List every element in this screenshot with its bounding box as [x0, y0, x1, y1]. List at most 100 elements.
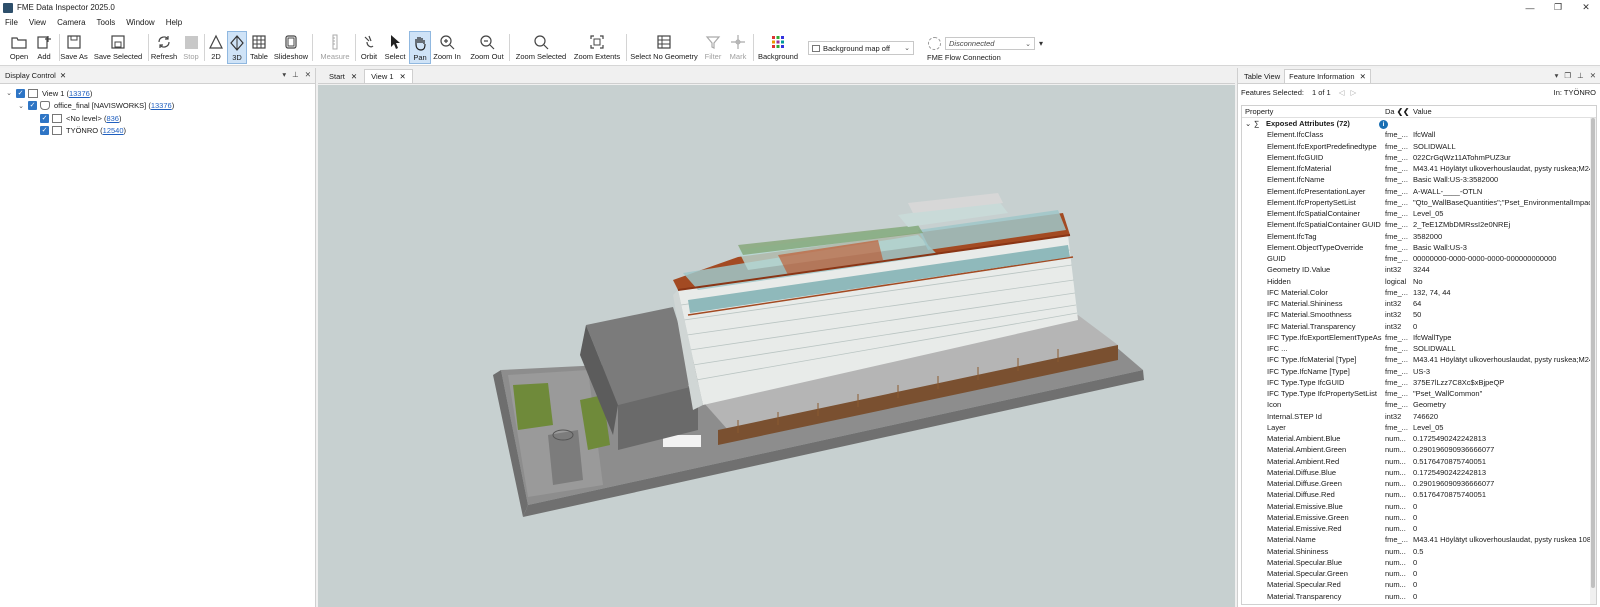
- column-header-value[interactable]: Value: [1412, 107, 1596, 116]
- zoom-extents-button[interactable]: Zoom Extents: [573, 31, 621, 64]
- select-button[interactable]: Select: [384, 31, 406, 64]
- connection-menu-dropdown-icon[interactable]: ▾: [1039, 39, 1043, 48]
- table-row[interactable]: Material.Emissive.Red num... 0: [1242, 523, 1596, 534]
- info-icon[interactable]: i: [1379, 120, 1388, 129]
- slideshow-button[interactable]: Slideshow: [274, 31, 308, 64]
- checkbox-checked[interactable]: ✓: [40, 113, 49, 123]
- measure-button[interactable]: Measure: [318, 31, 352, 64]
- checkbox-checked[interactable]: ✓: [40, 126, 49, 136]
- open-button[interactable]: Open: [9, 31, 29, 64]
- table-row[interactable]: IFC Type.IfcName [Type] fme_... US-3: [1242, 366, 1596, 377]
- checkbox-checked[interactable]: ✓: [28, 101, 37, 111]
- 2d-button[interactable]: 2D: [206, 31, 226, 64]
- add-button[interactable]: Add: [34, 31, 54, 64]
- menu-tools[interactable]: Tools: [97, 18, 116, 27]
- table-row[interactable]: Material.Diffuse.Red num... 0.517647087574…: [1242, 489, 1596, 500]
- scrollbar-thumb[interactable]: [1591, 118, 1595, 588]
- background-map-select[interactable]: Background map off ⌄: [808, 41, 914, 55]
- tab-table-view[interactable]: Table View: [1240, 69, 1284, 83]
- save-as-button[interactable]: Save As: [60, 31, 88, 64]
- table-row[interactable]: Element.IfcClass fme_... IfcWall: [1242, 129, 1596, 140]
- table-row[interactable]: Material.Emissive.Green num... 0: [1242, 512, 1596, 523]
- table-row[interactable]: Material.Ambient.Red num... 0.517647087574…: [1242, 456, 1596, 467]
- tree-row-tyonro[interactable]: ✓ TYÖNRO (12540): [0, 125, 315, 138]
- table-row[interactable]: Element.IfcName fme_... Basic Wall:US-3:35…: [1242, 174, 1596, 185]
- tree-row-view1[interactable]: ⌄ ✓ View 1 (13376): [0, 87, 315, 100]
- menu-window[interactable]: Window: [126, 18, 154, 27]
- table-row[interactable]: IFC ... fme_... SOLIDWALL: [1242, 343, 1596, 354]
- table-row[interactable]: Element.ObjectTypeOverride fme_... Basic W…: [1242, 242, 1596, 253]
- close-tab-icon[interactable]: ✕: [60, 71, 66, 80]
- tab-feature-information[interactable]: Feature Information ✕: [1284, 69, 1371, 83]
- attribute-group-row[interactable]: ⌄ ∑ Exposed Attributes (72): [1242, 118, 1596, 129]
- menu-file[interactable]: File: [5, 18, 18, 27]
- table-row[interactable]: Material.Ambient.Blue num... 0.17254902422…: [1242, 433, 1596, 444]
- collapse-icon[interactable]: ⌄: [1242, 119, 1254, 128]
- table-row[interactable]: Icon fme_... Geometry: [1242, 399, 1596, 410]
- pan-button[interactable]: Pan: [409, 31, 431, 64]
- table-row[interactable]: Material.Specular.Red num... 0: [1242, 579, 1596, 590]
- feature-count-link[interactable]: 12540: [103, 126, 124, 135]
- table-row[interactable]: Material.Specular.Green num... 0: [1242, 568, 1596, 579]
- collapse-icon[interactable]: ⌄: [5, 89, 13, 97]
- pin-icon[interactable]: ⊥: [292, 70, 299, 79]
- table-row[interactable]: Material.Diffuse.Green num... 0.2901960909…: [1242, 478, 1596, 489]
- table-row[interactable]: Element.IfcPresentationLayer fme_... A-WAL…: [1242, 186, 1596, 197]
- close-tab-icon[interactable]: ✕: [1360, 72, 1366, 81]
- table-row[interactable]: Material.Emissive.Blue num... 0: [1242, 501, 1596, 512]
- table-row[interactable]: IFC Type.IfcMaterial [Type] fme_... M43.41…: [1242, 354, 1596, 365]
- table-row[interactable]: Element.IfcSpatialContainer GUID fme_... 2…: [1242, 219, 1596, 230]
- maximize-button[interactable]: ❐: [1544, 0, 1572, 15]
- table-row[interactable]: Material.Ambient.Green num... 0.2901960909…: [1242, 444, 1596, 455]
- table-row[interactable]: IFC Material.Shininess int32 64: [1242, 298, 1596, 309]
- table-row[interactable]: Material.Transparency num... 0: [1242, 591, 1596, 602]
- next-feature-icon[interactable]: ▷: [1351, 88, 1357, 97]
- table-row[interactable]: Internal.STEP Id int32 746620: [1242, 411, 1596, 422]
- tab-view1[interactable]: View 1 ✕: [364, 69, 413, 83]
- refresh-button[interactable]: Refresh: [150, 31, 178, 64]
- table-row[interactable]: Hidden logical No: [1242, 276, 1596, 287]
- select-no-geometry-button[interactable]: Select No Geometry: [630, 31, 698, 64]
- feature-count-link[interactable]: 13376: [69, 89, 90, 98]
- dropdown-menu-icon[interactable]: ▾: [282, 70, 286, 79]
- zoom-selected-button[interactable]: Zoom Selected: [515, 31, 567, 64]
- connection-select[interactable]: Disconnected ⌄: [945, 37, 1035, 50]
- close-tab-icon[interactable]: ✕: [400, 72, 406, 81]
- menu-help[interactable]: Help: [166, 18, 182, 27]
- tree-row-dataset[interactable]: ⌄ ✓ office_final [NAVISWORKS] (13376): [0, 100, 315, 113]
- table-row[interactable]: IFC Type.IfcExportElementTypeAs fme_... If…: [1242, 332, 1596, 343]
- 3d-button[interactable]: 3D: [227, 31, 247, 64]
- table-row[interactable]: Material.Diffuse.Blue num... 0.17254902422…: [1242, 467, 1596, 478]
- zoom-out-button[interactable]: Zoom Out: [469, 31, 505, 64]
- float-panel-icon[interactable]: ❐: [1564, 71, 1571, 80]
- 3d-viewport[interactable]: [318, 85, 1235, 607]
- minimize-button[interactable]: —: [1516, 0, 1544, 15]
- table-row[interactable]: Material.Name fme_... M43.41 Höylätyt ulko…: [1242, 534, 1596, 545]
- table-row[interactable]: Layer fme_... Level_05: [1242, 422, 1596, 433]
- previous-feature-icon[interactable]: ◁: [1339, 88, 1345, 97]
- mark-button[interactable]: Mark: [727, 31, 749, 64]
- tree-row-no-level[interactable]: ✓ <No level> (836): [0, 112, 315, 125]
- close-panel-icon[interactable]: ✕: [1590, 71, 1596, 80]
- table-row[interactable]: IFC Type.Type IfcPropertySetList fme_... "…: [1242, 388, 1596, 399]
- save-selected-button[interactable]: Save Selected: [93, 31, 143, 64]
- feature-count-link[interactable]: 836: [106, 114, 119, 123]
- collapse-column-icon[interactable]: ❮❮: [1397, 107, 1410, 116]
- zoom-in-button[interactable]: Zoom In: [432, 31, 462, 64]
- table-row[interactable]: IFC Material.Color fme_... 132, 74, 44: [1242, 287, 1596, 298]
- table-row[interactable]: Material.Shininess num... 0.5: [1242, 546, 1596, 557]
- menu-camera[interactable]: Camera: [57, 18, 85, 27]
- vertical-scrollbar[interactable]: [1590, 118, 1596, 604]
- collapse-icon[interactable]: ⌄: [17, 102, 25, 110]
- close-panel-icon[interactable]: ✕: [305, 70, 311, 79]
- table-row[interactable]: IFC Type.Type IfcGUID fme_... 375E7lLzz7C8…: [1242, 377, 1596, 388]
- dropdown-menu-icon[interactable]: ▾: [1555, 71, 1559, 80]
- table-row[interactable]: Element.IfcGUID fme_... 022CrGqWz11ATohmPU…: [1242, 152, 1596, 163]
- column-header-datatype[interactable]: Da ❮❮: [1385, 107, 1412, 116]
- background-button[interactable]: Background: [756, 31, 800, 64]
- checkbox-checked[interactable]: ✓: [16, 88, 25, 98]
- table-row[interactable]: Material.Specular.Blue num... 0: [1242, 557, 1596, 568]
- table-row[interactable]: Element.IfcMaterial fme_... M43.41 Höyläty…: [1242, 163, 1596, 174]
- stop-button[interactable]: Stop: [181, 31, 201, 64]
- table-row[interactable]: IFC Material.Smoothness int32 50: [1242, 309, 1596, 320]
